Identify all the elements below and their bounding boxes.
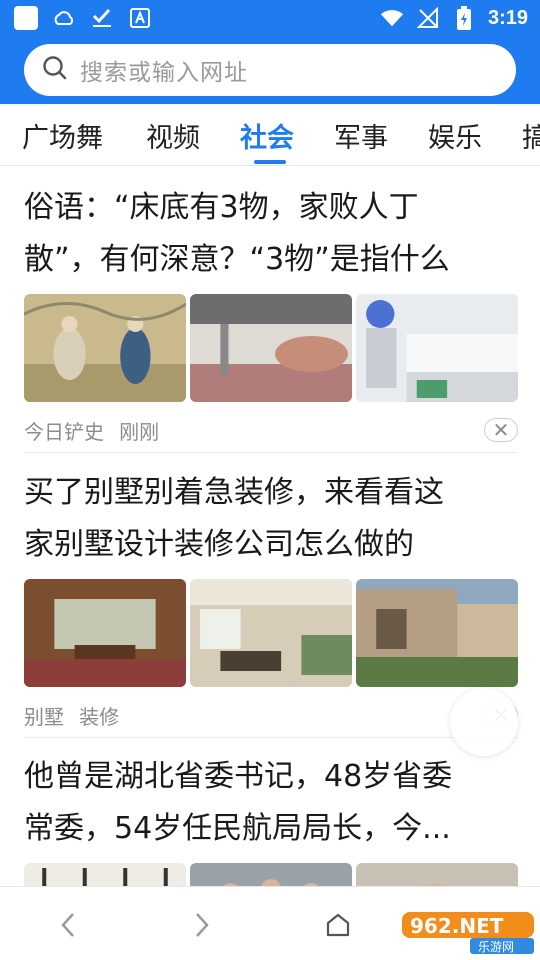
tab-society[interactable]: 社会 bbox=[240, 116, 294, 155]
article-image-dining-room bbox=[24, 579, 186, 687]
article-source: 今日铲史 bbox=[24, 420, 104, 444]
active-tab-indicator bbox=[254, 160, 286, 164]
back-arrow-icon bbox=[61, 913, 74, 937]
close-icon: ✕ bbox=[492, 418, 510, 442]
search-icon bbox=[42, 55, 68, 85]
article-title: 买了别墅别着急装修，来看看这 家别墅设计装修公司怎么做的 bbox=[24, 475, 444, 562]
text-a-icon bbox=[128, 6, 152, 30]
category-tabs: 广场舞 视频 社会 军事 娱乐 搞 bbox=[0, 104, 540, 166]
tab-video[interactable]: 视频 bbox=[146, 116, 200, 155]
article-image-villa-exterior bbox=[356, 579, 518, 687]
watermark-subtext: 乐游网 bbox=[478, 940, 514, 954]
article-card[interactable]: 俗语：“床底有3物，家败人丁 散”，有何深意？“3物”是指什么 今日铲史 刚刚 … bbox=[24, 182, 518, 450]
home-icon bbox=[326, 913, 350, 937]
search-placeholder: 搜索或输入网址 bbox=[80, 60, 248, 86]
floating-action-button[interactable] bbox=[450, 688, 518, 756]
weather-icon bbox=[52, 6, 76, 30]
article-time: 刚刚 bbox=[119, 420, 160, 444]
dismiss-button[interactable]: ✕ bbox=[484, 418, 518, 442]
article-card[interactable]: 买了别墅别着急装修，来看看这 家别墅设计装修公司怎么做的 别墅 装修 bbox=[24, 467, 518, 735]
app-notification-icon bbox=[14, 6, 38, 30]
article-image-bedroom bbox=[356, 294, 518, 402]
article-image-under-bed bbox=[190, 294, 352, 402]
search-header: 搜索或输入网址 bbox=[0, 36, 540, 104]
tab-entertainment[interactable]: 娱乐 bbox=[428, 116, 482, 155]
forward-button[interactable] bbox=[182, 905, 222, 945]
back-button[interactable] bbox=[48, 905, 88, 945]
article-image-living-room bbox=[190, 579, 352, 687]
status-bar: 3:19 bbox=[0, 0, 540, 36]
divider bbox=[24, 737, 518, 738]
tab-military[interactable]: 军事 bbox=[334, 116, 388, 155]
tab-funny[interactable]: 搞 bbox=[522, 116, 540, 155]
divider bbox=[24, 452, 518, 453]
wifi-icon bbox=[380, 6, 404, 30]
article-tag: 装修 bbox=[79, 705, 120, 729]
battery-icon bbox=[452, 6, 476, 30]
watermark-logo: 962.NET 乐游网 bbox=[400, 906, 536, 956]
search-input[interactable]: 搜索或输入网址 bbox=[24, 44, 516, 96]
forward-arrow-icon bbox=[196, 913, 209, 937]
article-tag: 别墅 bbox=[24, 705, 64, 729]
check-icon bbox=[90, 6, 114, 30]
tab-square-dance[interactable]: 广场舞 bbox=[22, 116, 103, 155]
signal-icon bbox=[416, 6, 440, 30]
watermark-text: 962.NET bbox=[410, 914, 504, 938]
article-title: 俗语：“床底有3物，家败人丁 散”，有何深意？“3物”是指什么 bbox=[24, 190, 450, 277]
home-button[interactable] bbox=[318, 905, 358, 945]
article-title: 他曾是湖北省委书记，48岁省委 常委，54岁任民航局局长，今... bbox=[24, 759, 453, 846]
article-image-painting bbox=[24, 294, 186, 402]
clock: 3:19 bbox=[487, 6, 528, 29]
